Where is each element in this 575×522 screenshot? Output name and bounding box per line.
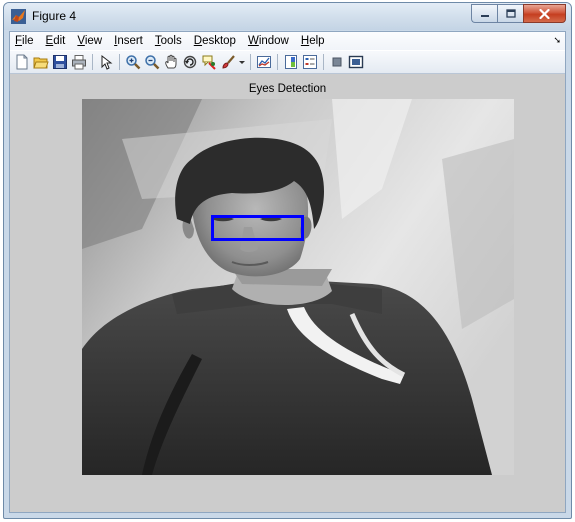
menu-window-label: indow: [258, 35, 289, 47]
window-controls: [471, 4, 566, 23]
detected-face-image: [82, 99, 514, 475]
toolbar-separator: [250, 54, 251, 70]
matlab-icon: [11, 9, 26, 24]
edit-plot-icon[interactable]: [98, 54, 114, 70]
menu-file[interactable]: File: [10, 32, 40, 50]
save-icon[interactable]: [52, 54, 68, 70]
menu-edit-label: dit: [53, 35, 66, 47]
toolbar-separator: [277, 54, 278, 70]
dock-figure-icon[interactable]: ➘: [553, 35, 561, 46]
insert-legend-icon[interactable]: [302, 54, 318, 70]
menu-tools-label: ools: [160, 35, 182, 47]
figure-window: Figure 4 File Edit View Insert Tools Des…: [3, 2, 572, 519]
new-figure-icon[interactable]: [14, 54, 30, 70]
grayscale-photo: [82, 99, 514, 475]
eyes-detection-box: [211, 215, 304, 241]
menu-help[interactable]: Help: [295, 32, 331, 50]
maximize-button[interactable]: [497, 4, 523, 23]
zoom-in-icon[interactable]: [125, 54, 141, 70]
maximize-icon: [505, 8, 516, 18]
figure-canvas: Eyes Detection: [10, 74, 565, 512]
minimize-icon: [480, 14, 489, 17]
data-cursor-icon[interactable]: [201, 54, 217, 70]
toolbar-separator: [119, 54, 120, 70]
figure-client-area: File Edit View Insert Tools Desktop Wind…: [9, 31, 566, 513]
show-plot-tools-icon[interactable]: [348, 54, 364, 70]
zoom-out-icon[interactable]: [144, 54, 160, 70]
open-file-icon[interactable]: [33, 54, 49, 70]
menu-edit[interactable]: Edit: [40, 32, 72, 50]
print-icon[interactable]: [71, 54, 87, 70]
menu-view[interactable]: View: [71, 32, 108, 50]
menu-window[interactable]: Window: [242, 32, 295, 50]
hide-plot-tools-icon[interactable]: [329, 54, 345, 70]
pan-icon[interactable]: [163, 54, 179, 70]
menu-desktop-label: esktop: [202, 35, 236, 47]
axes-title: Eyes Detection: [248, 83, 327, 95]
rotate-3d-icon[interactable]: [182, 54, 198, 70]
menu-desktop-accel: D: [193, 35, 203, 47]
menu-help-label: elp: [309, 35, 325, 47]
insert-colorbar-icon[interactable]: [283, 54, 299, 70]
menu-bar: File Edit View Insert Tools Desktop Wind…: [10, 32, 565, 50]
figure-toolbar: [10, 51, 565, 74]
brush-icon[interactable]: [220, 54, 236, 70]
menu-file-accel: F: [15, 35, 23, 47]
link-plot-icon[interactable]: [256, 54, 272, 70]
menu-desktop[interactable]: Desktop: [188, 32, 242, 50]
minimize-button[interactable]: [471, 4, 497, 23]
title-bar[interactable]: Figure 4: [4, 3, 571, 30]
close-icon: [539, 8, 550, 19]
menu-tools[interactable]: Tools: [149, 32, 188, 50]
menu-file-label: ile: [22, 35, 34, 47]
toolbar-separator: [92, 54, 93, 70]
toolbar-separator: [323, 54, 324, 70]
menu-insert-label: nsert: [117, 35, 143, 47]
menu-help-accel: H: [300, 35, 310, 47]
window-title: Figure 4: [32, 9, 77, 23]
brush-dropdown-icon[interactable]: [239, 54, 245, 70]
menu-insert[interactable]: Insert: [108, 32, 149, 50]
menu-view-label: iew: [84, 35, 103, 47]
menu-view-accel: V: [77, 35, 85, 47]
menu-window-accel: W: [247, 35, 259, 47]
close-button[interactable]: [523, 4, 566, 23]
